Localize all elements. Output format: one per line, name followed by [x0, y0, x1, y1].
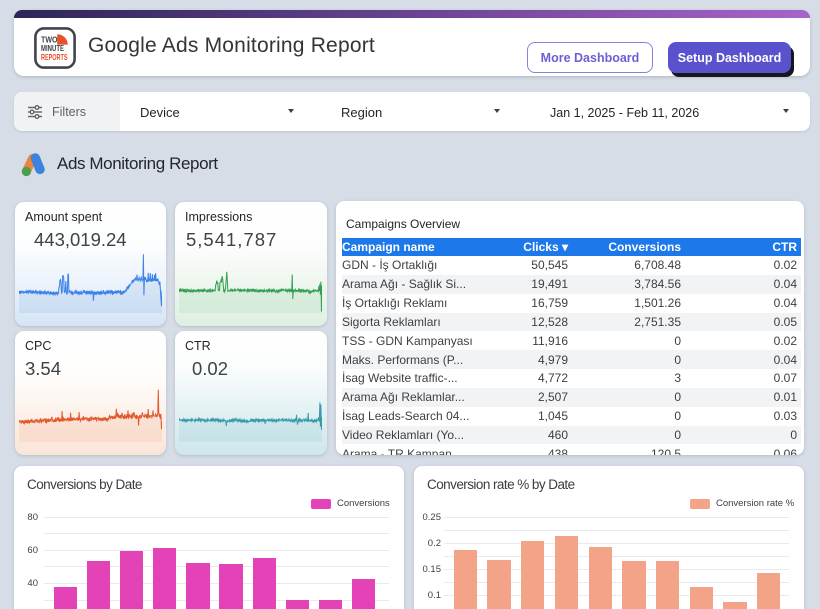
- svg-text:REPORTS: REPORTS: [41, 52, 68, 62]
